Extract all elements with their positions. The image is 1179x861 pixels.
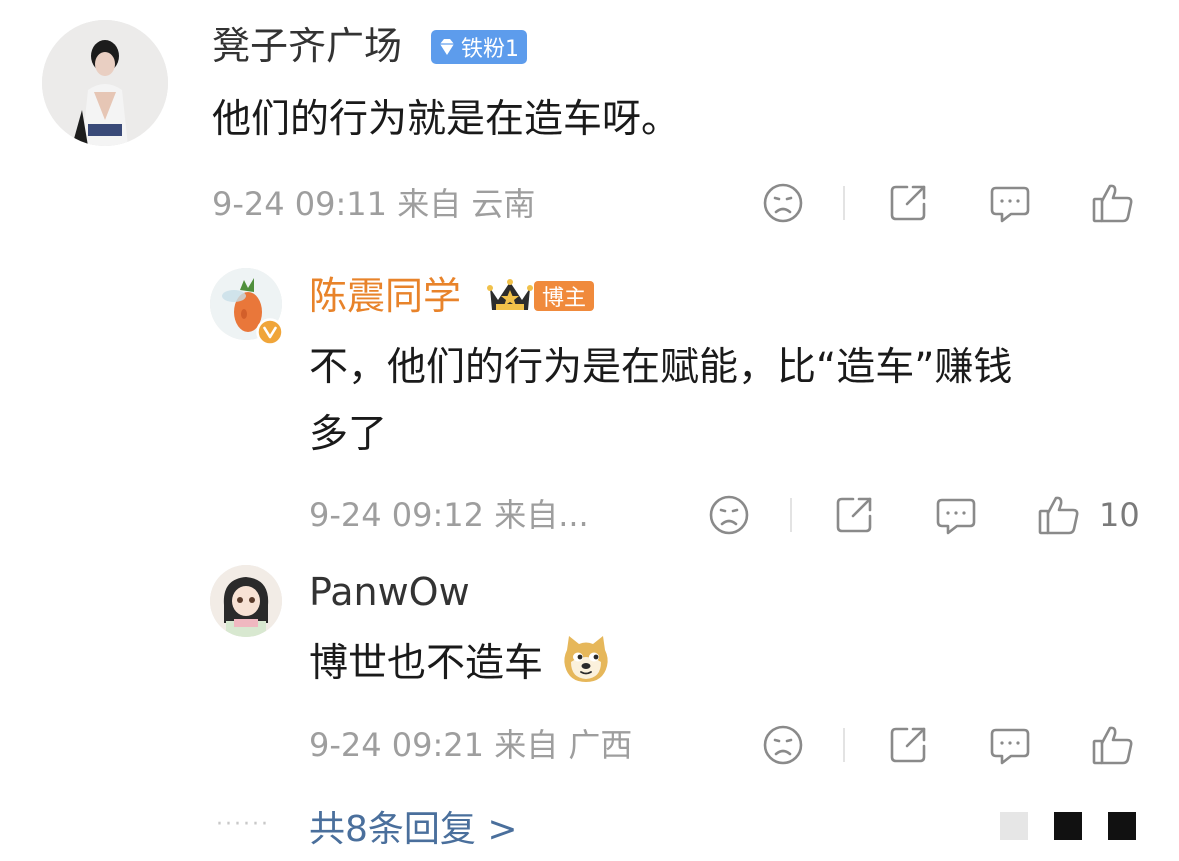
comment-text-body: 博世也不造车 [309, 641, 544, 686]
divider [790, 498, 792, 532]
fan-badge-label: 铁粉1 [461, 37, 519, 62]
view-replies-link[interactable]: 共8条回复 > [309, 808, 518, 852]
like-icon[interactable] [1090, 722, 1136, 768]
share-icon[interactable] [885, 722, 931, 768]
watermark-bar [1108, 812, 1136, 840]
blogger-badge[interactable]: 博主 [486, 276, 595, 316]
leading-dots: ······ [216, 812, 270, 837]
comment-icon[interactable] [987, 180, 1033, 226]
comment-icon[interactable] [933, 492, 979, 538]
username[interactable]: 凳子齐广场 [212, 22, 402, 70]
share-icon[interactable] [885, 180, 931, 226]
comment-meta: 9-24 09:21 来自 广西 [309, 726, 633, 764]
doge-emoji-icon [564, 636, 609, 682]
comment-icon[interactable] [987, 722, 1033, 768]
verified-v-icon [256, 318, 284, 346]
like-icon[interactable] [1090, 180, 1136, 226]
comment-text: 他们的行为就是在造车呀。 [212, 97, 681, 142]
crown-icon [487, 279, 533, 310]
sad-face-icon[interactable] [760, 722, 806, 768]
diamond-icon [440, 39, 454, 55]
watermark-bars [1000, 812, 1162, 840]
comment-meta: 9-24 09:12 来自... [309, 496, 589, 534]
like-count: 10 [1099, 496, 1140, 534]
comment-text: 博世也不造车 [309, 632, 613, 694]
comment-text: 不，他们的行为是在赋能，比“造车”赚钱 [309, 345, 1013, 390]
comment-thread: 凳子齐广场 铁粉1 他们的行为就是在造车呀。 9-24 09:11 来自 云南 [0, 0, 1179, 861]
sad-face-icon[interactable] [706, 492, 752, 538]
like-icon[interactable] [1036, 492, 1082, 538]
blogger-tag: 博主 [534, 281, 595, 311]
fan-badge[interactable]: 铁粉1 [431, 30, 527, 64]
share-icon[interactable] [831, 492, 877, 538]
comment-text-continued: 多了 [309, 412, 388, 457]
sad-face-icon[interactable] [760, 180, 806, 226]
avatar[interactable] [42, 20, 168, 146]
watermark-bar [1054, 812, 1082, 840]
divider [843, 728, 845, 762]
username[interactable]: 陈震同学 [309, 272, 461, 320]
username[interactable]: PanwOw [309, 568, 470, 616]
avatar[interactable] [210, 565, 282, 637]
comment-meta: 9-24 09:11 来自 云南 [212, 185, 536, 223]
divider [843, 186, 845, 220]
watermark-bar [1000, 812, 1028, 840]
